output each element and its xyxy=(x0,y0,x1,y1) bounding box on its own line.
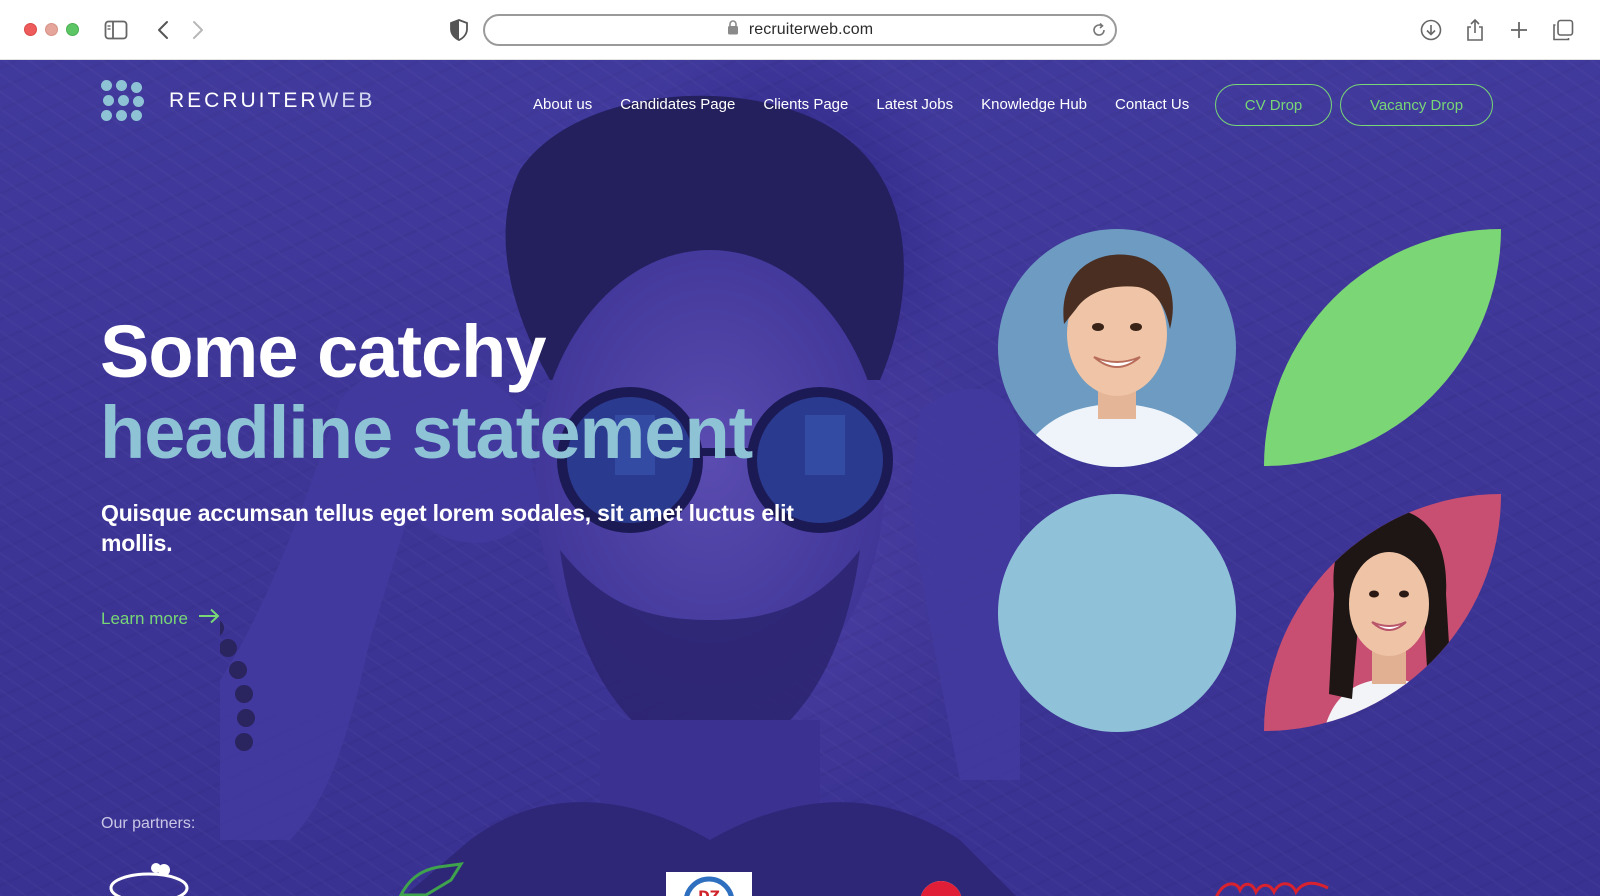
candidate-man-photo xyxy=(998,229,1236,467)
new-tab-plus-icon[interactable] xyxy=(1506,17,1532,43)
address-bar[interactable]: recruiterweb.com xyxy=(483,14,1117,46)
close-window-button[interactable] xyxy=(24,23,37,36)
site-logo[interactable]: RECRUITERWEB xyxy=(101,80,375,122)
hero-section: RECRUITERWEB About us Candidates Page Cl… xyxy=(0,60,1600,896)
nav-about-us[interactable]: About us xyxy=(533,96,592,113)
zoom-window-button[interactable] xyxy=(66,23,79,36)
fruit-brand-logo xyxy=(109,863,189,896)
download-icon[interactable] xyxy=(1418,17,1444,43)
share-icon[interactable] xyxy=(1462,17,1488,43)
nav-latest-jobs[interactable]: Latest Jobs xyxy=(876,96,953,113)
back-arrow-icon[interactable] xyxy=(150,17,176,43)
nav-knowledge-hub[interactable]: Knowledge Hub xyxy=(981,96,1087,113)
partners-label: Our partners: xyxy=(101,815,196,832)
hero-subtext: Quisque accumsan tellus eget lorem sodal… xyxy=(101,500,794,556)
dz-badge-logo: DZ xyxy=(666,872,752,896)
main-navigation: About us Candidates Page Clients Page La… xyxy=(533,96,1217,113)
browser-toolbar: recruiterweb.com xyxy=(0,0,1600,60)
cv-drop-button[interactable]: CV Drop xyxy=(1215,84,1332,126)
logo-text-accent: WEB xyxy=(318,89,376,112)
url-text: recruiterweb.com xyxy=(748,21,874,38)
nav-clients-page[interactable]: Clients Page xyxy=(763,96,848,113)
pepsi-logo xyxy=(920,881,962,896)
lock-icon xyxy=(727,20,739,40)
logo-wordmark: RECRUITERWEB xyxy=(169,89,375,113)
tab-overview-icon[interactable] xyxy=(1550,17,1576,43)
hero-headline-line2: headline statement xyxy=(100,391,753,474)
nav-contact-us[interactable]: Contact Us xyxy=(1115,96,1189,113)
learn-more-label: Learn more xyxy=(101,608,188,628)
arrow-right-icon xyxy=(198,608,220,629)
privacy-shield-icon[interactable] xyxy=(446,17,472,43)
minimize-window-button[interactable] xyxy=(45,23,58,36)
vacancy-drop-button[interactable]: Vacancy Drop xyxy=(1340,84,1493,126)
logo-text-main: RECRUITER xyxy=(169,89,319,112)
svg-text:DZ: DZ xyxy=(698,889,720,896)
hero-headline-line1: Some catchy xyxy=(100,310,547,393)
forward-arrow-icon[interactable] xyxy=(185,17,211,43)
logo-dots-icon xyxy=(101,80,144,122)
background-man-photo xyxy=(220,95,1020,896)
reload-icon[interactable] xyxy=(1091,22,1107,43)
blue-circle-shape xyxy=(998,494,1236,732)
sidebar-toggle-icon[interactable] xyxy=(103,17,129,43)
green-crest-logo xyxy=(398,862,464,896)
coca-cola-logo xyxy=(1215,881,1329,896)
learn-more-link[interactable]: Learn more xyxy=(101,608,220,629)
nav-candidates-page[interactable]: Candidates Page xyxy=(620,96,735,113)
